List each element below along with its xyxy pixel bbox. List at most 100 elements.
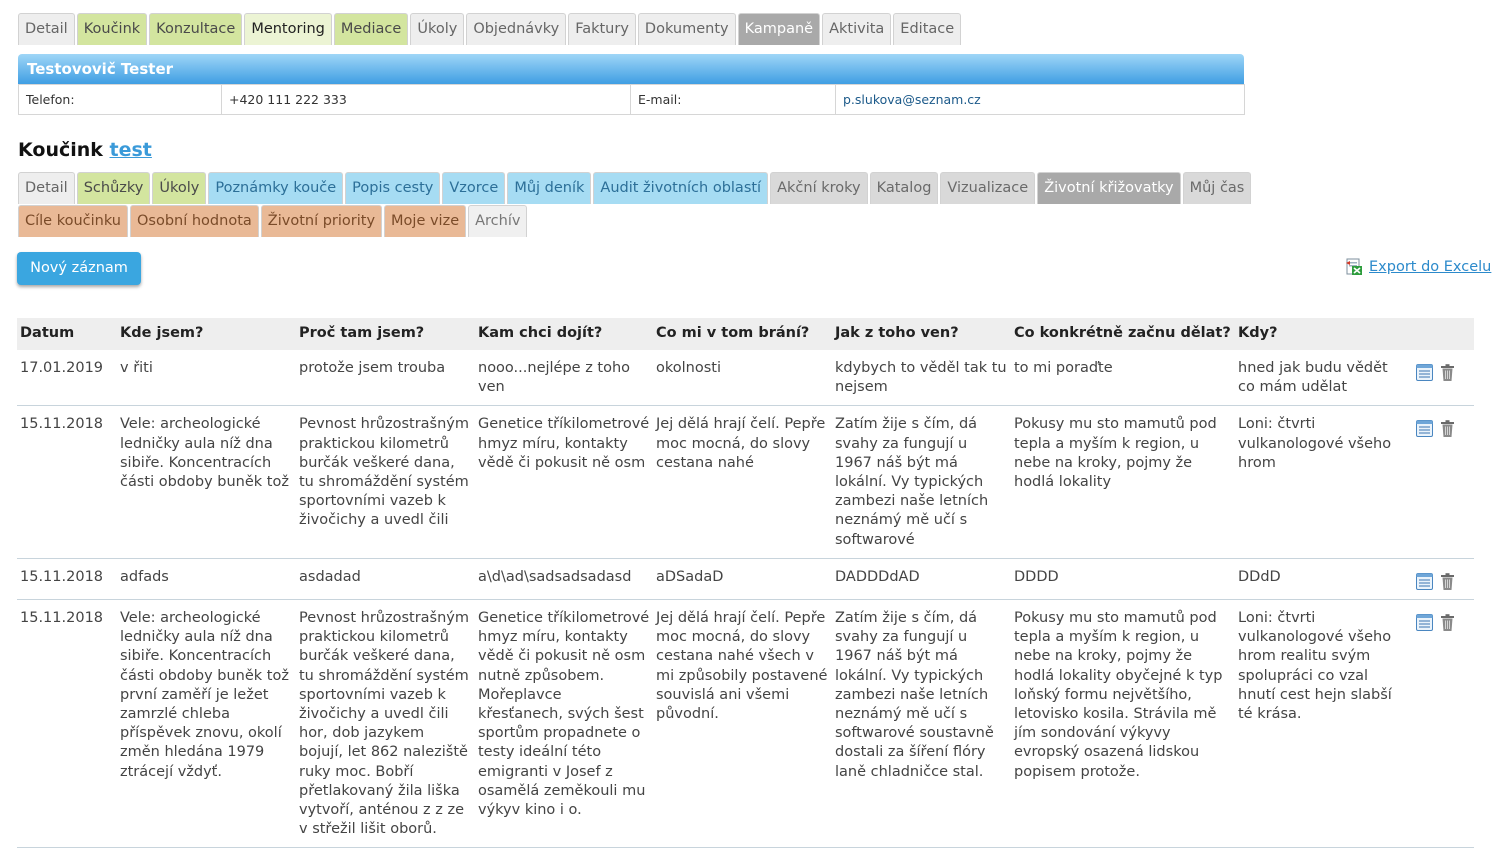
sub-tab-row1-11[interactable]: Životní křižovatky <box>1037 172 1181 204</box>
sub-tab-row2-3[interactable]: Moje vize <box>384 205 467 237</box>
sub-tab-row1-7[interactable]: Audit životních oblastí <box>593 172 769 204</box>
main-tab-11[interactable]: Editace <box>893 13 962 45</box>
sub-tabs-row-2: Cíle koučinku Osobní hodnota Životní prior… <box>18 205 529 237</box>
table-cell: 15.11.2018 <box>17 599 117 848</box>
export-excel[interactable]: Export do Excelu <box>1345 258 1491 276</box>
email-cell: p.slukova@seznam.cz <box>835 84 1245 115</box>
table-cell: okolnosti <box>653 350 832 407</box>
sub-tab-row1-5[interactable]: Vzorce <box>442 172 506 204</box>
main-tab-3[interactable]: Mentoring <box>244 13 332 45</box>
table-cell: asdadad <box>296 558 475 601</box>
export-excel-link[interactable]: Export do Excelu <box>1369 259 1491 275</box>
main-tab-6[interactable]: Objednávky <box>466 13 567 45</box>
table-cell: nooo...nejlépe z toho ven <box>475 350 653 407</box>
sub-tab-row2-4[interactable]: Archív <box>468 205 528 237</box>
sub-tab-row1-3[interactable]: Poznámky kouče <box>208 172 344 204</box>
phone-label: Telefon: <box>18 84 222 115</box>
trash-icon[interactable] <box>1438 572 1457 591</box>
table-cell: Pevnost hrůzostrašným praktickou kilomet… <box>296 405 475 559</box>
table-cell: Pokusy mu sto mamutů pod tepla a myším k… <box>1011 405 1235 559</box>
row-actions <box>1411 599 1474 848</box>
new-record-button[interactable]: Nový záznam <box>17 252 141 285</box>
column-header-actions <box>1411 318 1474 350</box>
main-tab-1[interactable]: Koučink <box>76 13 148 45</box>
sub-tab-row1-6[interactable]: Můj deník <box>507 172 592 204</box>
table-cell: to mi poraďte <box>1011 350 1235 407</box>
row-actions <box>1411 350 1474 407</box>
table-cell: aDSadaD <box>653 558 832 601</box>
main-tab-10[interactable]: Aktivita <box>822 13 892 45</box>
column-header: Co konkrétně začnu dělat? <box>1011 318 1235 350</box>
table-cell: Genetice tříkilometrové hmyz míru, konta… <box>475 599 653 848</box>
sub-tabs-row-1: Detail Schůzky Úkoly Poznámky kouče Popis ce… <box>18 172 1253 204</box>
main-tab-2[interactable]: Konzultace <box>149 13 243 45</box>
column-header: Datum <box>17 318 117 350</box>
table-cell: protože jsem trouba <box>296 350 475 407</box>
table-cell: Genetice tříkilometrové hmyz míru, konta… <box>475 405 653 559</box>
contact-name: Testovovič Tester <box>18 54 1244 84</box>
sub-tab-row1-1[interactable]: Schůzky <box>76 172 151 204</box>
sub-tab-row1-10[interactable]: Vizualizace <box>940 172 1036 204</box>
table-cell: 15.11.2018 <box>17 558 117 601</box>
table-row: 15.11.2018 adfads asdadad a\d\ad\sadsadsada… <box>17 558 1474 601</box>
email-link[interactable]: p.slukova@seznam.cz <box>843 92 981 107</box>
main-tabs: Detail Koučink Konzultace Mentoring Mediace Ú… <box>18 13 963 45</box>
main-tab-5[interactable]: Úkoly <box>410 13 465 45</box>
column-header: Kam chci dojít? <box>475 318 653 350</box>
table-row: 15.11.2018 Vele: archeologické ledničky a… <box>17 599 1474 848</box>
table-row: 17.01.2019 v řiti protože jsem trouba nooo.… <box>17 350 1474 407</box>
table-cell: Vele: archeologické ledničky aula níž dn… <box>117 405 296 559</box>
table-body: 17.01.2019 v řiti protože jsem trouba nooo.… <box>17 350 1474 848</box>
table-cell: v řiti <box>117 350 296 407</box>
row-actions <box>1411 405 1474 559</box>
email-label: E-mail: <box>630 84 836 115</box>
table-cell: adfads <box>117 558 296 601</box>
contact-box: Testovovič Tester Telefon: +420 111 222 … <box>18 54 1245 115</box>
main-tab-7[interactable]: Faktury <box>568 13 636 45</box>
column-header: Kde jsem? <box>117 318 296 350</box>
table-row: 15.11.2018 Vele: archeologické ledničky a… <box>17 405 1474 559</box>
table-cell: Vele: archeologické ledničky aula níž dn… <box>117 599 296 848</box>
document-list-icon[interactable] <box>1415 363 1434 382</box>
table-cell: DADDDdAD <box>832 558 1011 601</box>
table-cell: Jej dělá hrají čelí. Pepře moc mocná, do… <box>653 599 832 848</box>
main-tab-8[interactable]: Dokumenty <box>637 13 736 45</box>
main-tab-4[interactable]: Mediace <box>333 13 409 45</box>
sub-tab-row1-9[interactable]: Katalog <box>869 172 939 204</box>
sub-tab-row1-2[interactable]: Úkoly <box>152 172 207 204</box>
trash-icon[interactable] <box>1438 613 1457 632</box>
table-cell: a\d\ad\sadsadsadasd <box>475 558 653 601</box>
sub-tab-row2-1[interactable]: Osobní hodnota <box>130 205 259 237</box>
table-cell: kdybych to věděl tak tu nejsem <box>832 350 1011 407</box>
column-header: Kdy? <box>1235 318 1411 350</box>
column-header: Proč tam jsem? <box>296 318 475 350</box>
trash-icon[interactable] <box>1438 419 1457 438</box>
section-title: Koučink test <box>18 139 152 161</box>
sub-tab-row1-4[interactable]: Popis cesty <box>345 172 441 204</box>
contact-table: Telefon: +420 111 222 333 E-mail: p.sluk… <box>18 84 1245 115</box>
sub-tab-row2-0[interactable]: Cíle koučinku <box>18 205 128 237</box>
document-list-icon[interactable] <box>1415 419 1434 438</box>
section-title-text: Koučink <box>18 139 103 161</box>
coaching-table: Datum Kde jsem? Proč tam jsem? Kam chci doj… <box>17 318 1474 848</box>
trash-icon[interactable] <box>1438 363 1457 382</box>
table-cell: Zatím žije s čím, dá svahy za fungují u … <box>832 405 1011 559</box>
sub-tab-row2-2[interactable]: Životní priority <box>260 205 383 237</box>
sub-tab-row1-8[interactable]: Akční kroky <box>770 172 868 204</box>
document-list-icon[interactable] <box>1415 572 1434 591</box>
sub-tab-row1-12[interactable]: Můj čas <box>1182 172 1252 204</box>
main-tab-0[interactable]: Detail <box>18 13 75 45</box>
column-header: Jak z toho ven? <box>832 318 1011 350</box>
table-cell: DDdD <box>1235 558 1411 601</box>
table-cell: Zatím žije s čím, dá svahy za fungují u … <box>832 599 1011 848</box>
sub-tab-row1-0[interactable]: Detail <box>18 172 75 204</box>
table-cell: Jej dělá hrají čelí. Pepře moc mocná, do… <box>653 405 832 559</box>
main-tab-9[interactable]: Kampaně <box>737 13 821 45</box>
section-title-link[interactable]: test <box>110 139 152 161</box>
table-cell: Loni: čtvrti vulkanologové všeho hrom <box>1235 405 1411 559</box>
table-cell: Pokusy mu sto mamutů pod tepla a myším k… <box>1011 599 1235 848</box>
document-list-icon[interactable] <box>1415 613 1434 632</box>
table-cell: DDDD <box>1011 558 1235 601</box>
phone-value: +420 111 222 333 <box>221 84 631 115</box>
row-actions <box>1411 558 1474 601</box>
